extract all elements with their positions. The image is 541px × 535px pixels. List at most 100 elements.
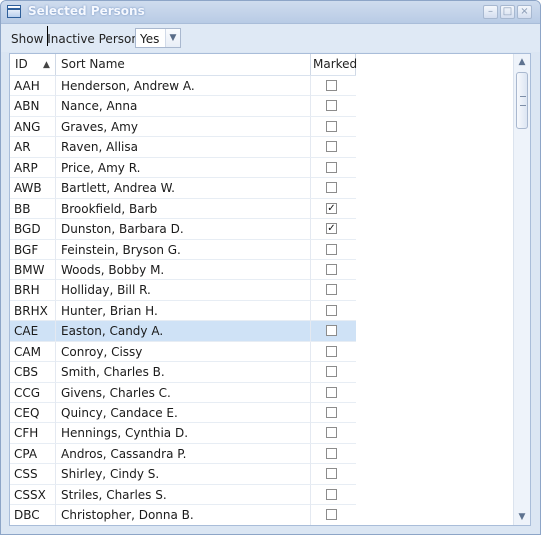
- table-row[interactable]: ABN Nance, Anna: [10, 96, 356, 117]
- row-marked-cell: [311, 485, 356, 505]
- row-sort-name: Raven, Allisa: [56, 137, 311, 158]
- row-id: BMW: [10, 259, 56, 280]
- table-row[interactable]: CPA Andros, Cassandra P.: [10, 443, 356, 465]
- row-sort-name: Henderson, Andrew A.: [56, 76, 311, 96]
- row-marked-cell: [311, 96, 356, 116]
- marked-checkbox[interactable]: [326, 427, 337, 439]
- row-sort-name: Easton, Candy A.: [56, 321, 311, 342]
- marked-checkbox[interactable]: [326, 100, 337, 112]
- row-marked-cell: [311, 158, 356, 178]
- scroll-up-icon[interactable]: ▲: [514, 54, 530, 70]
- marked-checkbox[interactable]: [326, 488, 337, 500]
- column-header-sort-name[interactable]: Sort Name: [56, 54, 311, 75]
- title-bar[interactable]: Selected Persons – □ ×: [1, 1, 540, 24]
- table-row[interactable]: BB Brookfield, Barb ✓: [10, 198, 356, 220]
- scroll-down-icon[interactable]: ▼: [514, 509, 530, 525]
- row-sort-name: Shirley, Cindy S.: [56, 464, 311, 485]
- row-marked-cell: [311, 342, 356, 362]
- marked-checkbox[interactable]: [326, 366, 337, 378]
- table-row[interactable]: AAH Henderson, Andrew A.: [10, 76, 356, 97]
- marked-checkbox[interactable]: [326, 386, 337, 398]
- table-row[interactable]: DBC Christopher, Donna B.: [10, 505, 356, 525]
- table-row[interactable]: BGD Dunston, Barbara D. ✓: [10, 219, 356, 240]
- row-marked-cell: ✓: [311, 199, 356, 219]
- marked-checkbox[interactable]: [326, 243, 337, 255]
- row-marked-cell: [311, 423, 356, 443]
- grip-icon: [520, 96, 526, 106]
- marked-checkbox[interactable]: [326, 141, 337, 153]
- row-marked-cell: [311, 117, 356, 137]
- table-row[interactable]: ARP Price, Amy R.: [10, 157, 356, 179]
- table-row[interactable]: BRH Holliday, Bill R.: [10, 280, 356, 301]
- show-inactive-select[interactable]: Yes ▼: [135, 28, 181, 48]
- table-row[interactable]: CAE Easton, Candy A.: [10, 321, 356, 342]
- marked-checkbox[interactable]: [326, 304, 337, 316]
- marked-checkbox[interactable]: [326, 263, 337, 275]
- scroll-thumb[interactable]: [516, 72, 528, 129]
- row-id: CAE: [10, 321, 56, 342]
- table-row[interactable]: BMW Woods, Bobby M.: [10, 259, 356, 281]
- row-marked-cell: [311, 137, 356, 157]
- row-id: CFH: [10, 423, 56, 444]
- table-row[interactable]: CAM Conroy, Cissy: [10, 341, 356, 363]
- window-title: Selected Persons: [28, 4, 145, 18]
- table-row[interactable]: AWB Bartlett, Andrea W.: [10, 178, 356, 199]
- row-sort-name: Quincy, Candace E.: [56, 403, 311, 423]
- row-id: CSS: [10, 464, 56, 485]
- row-marked-cell: [311, 280, 356, 300]
- chevron-down-icon[interactable]: ▼: [165, 29, 180, 47]
- table-row[interactable]: AR Raven, Allisa: [10, 137, 356, 158]
- column-header-id-label: ID: [15, 57, 28, 71]
- table-row[interactable]: BRHX Hunter, Brian H.: [10, 300, 356, 322]
- table-row[interactable]: CSS Shirley, Cindy S.: [10, 464, 356, 485]
- row-id: CEQ: [10, 403, 56, 423]
- column-header-marked[interactable]: Marked: [311, 54, 357, 75]
- row-marked-cell: ✓: [311, 219, 356, 239]
- marked-checkbox[interactable]: [326, 161, 337, 173]
- minimize-button[interactable]: –: [483, 5, 498, 19]
- marked-checkbox[interactable]: [326, 509, 337, 521]
- row-sort-name: Holliday, Bill R.: [56, 280, 311, 301]
- marked-checkbox[interactable]: [326, 182, 337, 194]
- show-inactive-value: Yes: [140, 32, 160, 46]
- row-sort-name: Dunston, Barbara D.: [56, 219, 311, 240]
- marked-checkbox[interactable]: [326, 345, 337, 357]
- marked-checkbox[interactable]: [326, 325, 337, 337]
- marked-checkbox[interactable]: [326, 284, 337, 296]
- marked-checkbox[interactable]: [326, 120, 337, 132]
- grid-header: ID ▲ Sort Name Marked: [10, 54, 357, 76]
- row-marked-cell: [311, 362, 356, 382]
- column-header-id[interactable]: ID ▲: [10, 54, 56, 75]
- table-row[interactable]: CBS Smith, Charles B.: [10, 362, 356, 383]
- row-marked-cell: [311, 383, 356, 403]
- row-id: AR: [10, 137, 56, 158]
- table-row[interactable]: CSSX Striles, Charles S.: [10, 484, 356, 506]
- row-sort-name: Conroy, Cissy: [56, 341, 311, 362]
- table-row[interactable]: BGF Feinstein, Bryson G.: [10, 239, 356, 260]
- vertical-scrollbar[interactable]: ▲ ▼: [513, 54, 530, 525]
- table-row[interactable]: ANG Graves, Amy: [10, 116, 356, 138]
- maximize-button[interactable]: □: [500, 5, 515, 19]
- row-marked-cell: [311, 464, 356, 484]
- row-marked-cell: [311, 505, 356, 525]
- row-sort-name: Givens, Charles C.: [56, 382, 311, 403]
- marked-checkbox[interactable]: [326, 468, 337, 480]
- marked-checkbox[interactable]: [326, 407, 337, 418]
- marked-checkbox[interactable]: [326, 80, 337, 91]
- row-id: AWB: [10, 178, 56, 199]
- grid-rows: AAH Henderson, Andrew A. ABN Nance, Anna ANG…: [10, 76, 356, 525]
- table-row[interactable]: CEQ Quincy, Candace E.: [10, 403, 356, 424]
- table-row[interactable]: CFH Hennings, Cynthia D.: [10, 423, 356, 444]
- table-row[interactable]: CCG Givens, Charles C.: [10, 382, 356, 403]
- row-sort-name: Hunter, Brian H.: [56, 300, 311, 321]
- close-button[interactable]: ×: [517, 5, 532, 19]
- marked-checkbox[interactable]: ✓: [326, 223, 337, 235]
- row-sort-name: Hennings, Cynthia D.: [56, 423, 311, 444]
- row-id: CPA: [10, 443, 56, 464]
- row-sort-name: Feinstein, Bryson G.: [56, 239, 311, 260]
- marked-checkbox[interactable]: [326, 447, 337, 459]
- marked-checkbox[interactable]: ✓: [326, 202, 337, 214]
- row-id: ARP: [10, 157, 56, 178]
- row-sort-name: Graves, Amy: [56, 116, 311, 137]
- persons-grid: ID ▲ Sort Name Marked AAH Henderson, Andr…: [9, 53, 531, 526]
